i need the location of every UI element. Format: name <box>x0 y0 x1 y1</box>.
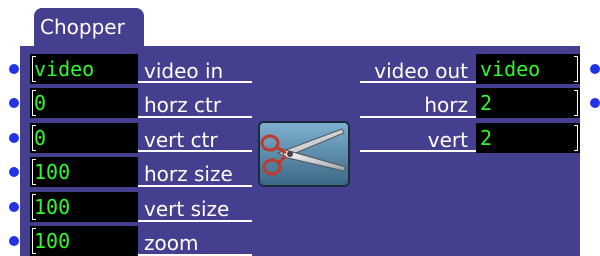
field-bracket-left <box>32 228 36 254</box>
input-port-video-in[interactable] <box>9 64 19 74</box>
input-value-zoom: 100 <box>34 229 71 253</box>
input-port-horz-size[interactable] <box>9 167 19 177</box>
input-underline <box>138 81 252 83</box>
input-value-horz-size: 100 <box>34 160 71 184</box>
field-bracket-left <box>32 125 36 151</box>
input-field-zoom[interactable]: 100 <box>30 226 138 256</box>
output-field-video-out[interactable]: video <box>476 54 580 84</box>
field-bracket-left <box>32 56 36 82</box>
input-port-vert-ctr[interactable] <box>9 133 19 143</box>
output-label-video-out: video out <box>374 59 468 83</box>
input-port-horz-ctr[interactable] <box>9 98 19 108</box>
output-underline <box>360 150 476 152</box>
output-port-horz[interactable] <box>590 98 600 108</box>
input-label-horz-size: horz size <box>144 162 233 186</box>
input-underline <box>138 116 252 118</box>
chopper-actor[interactable]: Chopper video video in 0 horz ctr 0 vert… <box>0 0 600 256</box>
field-bracket-right <box>574 90 578 116</box>
output-underline <box>360 116 476 118</box>
input-underline <box>138 150 252 152</box>
input-field-horz-size[interactable]: 100 <box>30 157 138 187</box>
input-value-video-in: video <box>34 57 95 81</box>
output-label-horz: horz <box>424 93 468 117</box>
output-underline <box>360 81 476 83</box>
input-label-video-in: video in <box>144 59 224 83</box>
input-label-zoom: zoom <box>144 231 199 255</box>
field-bracket-left <box>32 194 36 220</box>
input-field-vert-ctr[interactable]: 0 <box>30 123 138 153</box>
output-field-vert[interactable]: 2 <box>476 123 580 153</box>
field-bracket-right <box>574 125 578 151</box>
input-port-vert-size[interactable] <box>9 202 19 212</box>
input-field-horz-ctr[interactable]: 0 <box>30 88 138 118</box>
output-value-horz: 2 <box>480 91 493 115</box>
actor-title[interactable]: Chopper <box>34 8 144 48</box>
input-label-horz-ctr: horz ctr <box>144 93 222 117</box>
input-field-vert-size[interactable]: 100 <box>30 192 138 222</box>
input-underline <box>138 220 252 222</box>
input-field-video-in[interactable]: video <box>30 54 138 84</box>
output-field-horz[interactable]: 2 <box>476 88 580 118</box>
input-label-vert-ctr: vert ctr <box>144 128 218 152</box>
input-label-vert-size: vert size <box>144 197 230 221</box>
field-bracket-left <box>32 90 36 116</box>
scissors-icon <box>258 121 350 187</box>
field-bracket-right <box>574 56 578 82</box>
field-bracket-left <box>32 159 36 185</box>
input-underline <box>138 185 252 187</box>
output-label-vert: vert <box>427 128 468 152</box>
output-port-video-out[interactable] <box>590 64 600 74</box>
output-value-video-out: video <box>480 57 541 81</box>
output-value-vert: 2 <box>480 126 493 150</box>
input-port-zoom[interactable] <box>9 236 19 246</box>
input-value-vert-size: 100 <box>34 195 71 219</box>
